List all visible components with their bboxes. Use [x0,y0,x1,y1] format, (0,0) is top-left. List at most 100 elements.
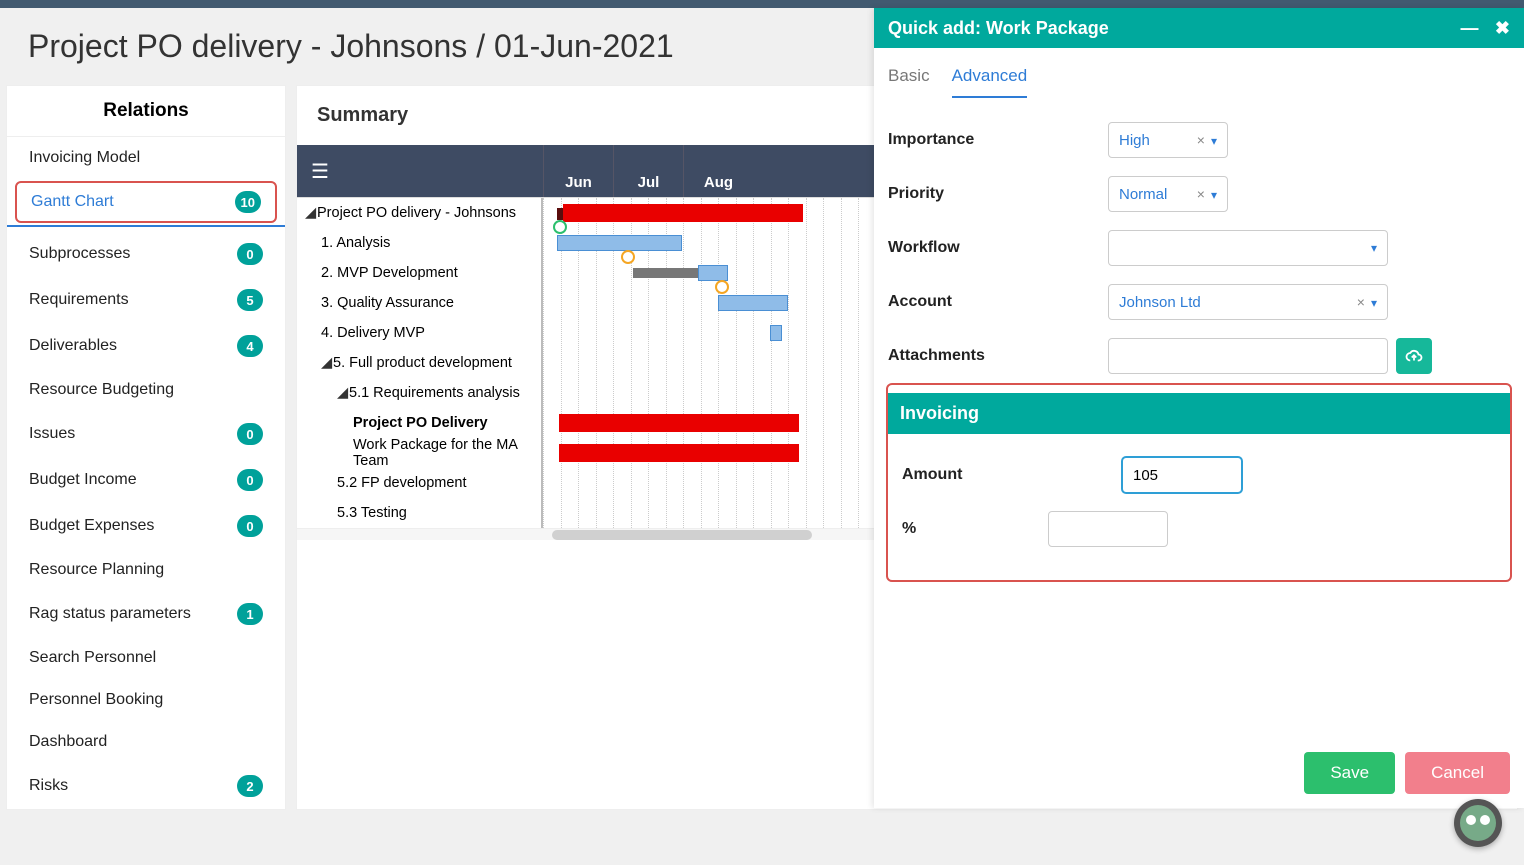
attachments-input[interactable] [1108,338,1388,374]
workflow-select[interactable]: ▾ [1108,230,1388,266]
gantt-tree-row[interactable]: 4. Delivery MVP [297,318,541,348]
priority-select[interactable]: Normal ×▾ [1108,176,1228,212]
tree-row-label: 3. Quality Assurance [321,295,454,311]
scrollbar-thumb[interactable] [552,530,812,540]
chevron-down-icon: ▾ [1371,296,1377,310]
sidebar-item-label: Dashboard [29,733,107,751]
sidebar-item-label: Subprocesses [29,245,130,263]
gantt-bar[interactable] [559,444,799,462]
label-workflow: Workflow [888,239,1108,257]
assistant-avatar[interactable] [1454,799,1502,847]
sidebar-item-label: Personnel Booking [29,691,163,709]
gantt-menu-icon[interactable]: ☰ [311,159,329,184]
sidebar-item-dashboard[interactable]: Dashboard [7,721,285,763]
tree-row-label: Project PO Delivery [353,415,488,431]
gantt-bar[interactable] [563,204,803,222]
sidebar-item-resource-budgeting[interactable]: Resource Budgeting [7,369,285,411]
clear-icon[interactable]: × [1357,294,1365,310]
sidebar-item-requirements[interactable]: Requirements 5 [7,277,285,323]
sidebar-item-label: Issues [29,425,75,443]
count-badge: 2 [237,775,263,797]
gantt-bar[interactable] [557,235,682,251]
gantt-tree-row[interactable]: 5.2 FP development [297,468,541,498]
label-amount: Amount [902,466,1122,484]
month-header: Jul [613,145,683,197]
sidebar-item-rag-status-parameters[interactable]: Rag status parameters 1 [7,591,285,637]
sidebar-item-label: Risks [29,777,68,795]
gantt-tree-row[interactable]: 3. Quality Assurance [297,288,541,318]
quick-add-panel: Quick add: Work Package — ✖ Basic Advanc… [874,8,1524,808]
gantt-bar[interactable] [770,325,782,341]
tree-row-label: Work Package for the MA Team [353,437,541,469]
amount-input[interactable] [1122,457,1242,493]
gantt-tree-row[interactable]: 5.3 Testing [297,498,541,528]
milestone-marker[interactable] [715,280,729,294]
count-badge: 5 [237,289,263,311]
sidebar-item-label: Budget Expenses [29,517,154,535]
chevron-down-icon: ▾ [1211,134,1217,148]
sidebar-item-invoicing-model[interactable]: Invoicing Model [7,137,285,179]
tree-row-label: 2. MVP Development [321,265,458,281]
milestone-marker[interactable] [621,250,635,264]
tab-advanced[interactable]: Advanced [952,66,1028,98]
count-badge: 4 [237,335,263,357]
tree-row-label: 4. Delivery MVP [321,325,425,341]
sidebar-item-resource-planning[interactable]: Resource Planning [7,549,285,591]
sidebar-item-risks[interactable]: Risks 2 [7,763,285,809]
gantt-bar[interactable] [718,295,788,311]
sidebar-item-gantt-chart[interactable]: Gantt Chart10 [15,181,277,223]
invoicing-section: Invoicing Amount % [886,383,1512,582]
importance-select[interactable]: High ×▾ [1108,122,1228,158]
clear-icon[interactable]: × [1197,186,1205,202]
sidebar-item-label: Resource Budgeting [29,381,174,399]
upload-button[interactable] [1396,338,1432,374]
sidebar-item-label: Search Personnel [29,649,156,667]
minimize-icon[interactable]: — [1460,18,1478,38]
sidebar-item-personnel-booking[interactable]: Personnel Booking [7,679,285,721]
tree-row-label: 5. Full product development [333,355,512,371]
gantt-bar[interactable] [559,414,799,432]
gantt-tree-row[interactable]: Work Package for the MA Team [297,438,541,468]
sidebar-item-label: Rag status parameters [29,605,191,623]
sidebar-item-label: Resource Planning [29,561,164,579]
clear-icon[interactable]: × [1197,132,1205,148]
tree-row-label: 5.2 FP development [337,475,467,491]
save-button[interactable]: Save [1304,752,1395,794]
gantt-tree-row[interactable]: 1. Analysis [297,228,541,258]
count-badge: 0 [237,469,263,491]
sidebar-item-budget-expenses[interactable]: Budget Expenses 0 [7,503,285,549]
count-badge: 1 [237,603,263,625]
close-icon[interactable]: ✖ [1495,18,1510,38]
gantt-tree-row[interactable]: ◢Project PO delivery - Johnsons [297,198,541,228]
sidebar-item-search-personnel[interactable]: Search Personnel [7,637,285,679]
chevron-down-icon: ▾ [1211,188,1217,202]
gantt-bar[interactable] [698,265,728,281]
sidebar-item-label: Requirements [29,291,129,309]
account-select[interactable]: Johnson Ltd ×▾ [1108,284,1388,320]
sidebar-item-label: Budget Income [29,471,137,489]
gantt-bar[interactable] [633,268,703,278]
gantt-tree-row[interactable]: ◢5. Full product development [297,348,541,378]
sidebar-item-issues[interactable]: Issues0 [7,411,285,457]
gantt-tree-row[interactable]: Project PO Delivery [297,408,541,438]
avatar-face-icon [1460,805,1496,841]
cancel-button[interactable]: Cancel [1405,752,1510,794]
expand-toggle-icon[interactable]: ◢ [305,205,317,221]
expand-toggle-icon[interactable]: ◢ [337,385,349,401]
count-badge: 0 [237,243,263,265]
sidebar-item-subprocesses[interactable]: Subprocesses 0 [7,231,285,277]
count-badge: 0 [237,515,263,537]
percent-input[interactable] [1048,511,1168,547]
gantt-tree-row[interactable]: 2. MVP Development [297,258,541,288]
month-header: Aug [683,145,753,197]
gantt-tree-row[interactable]: ◢5.1 Requirements analysis [297,378,541,408]
sidebar-item-label: Invoicing Model [29,149,140,167]
sidebar-item-deliverables[interactable]: Deliverables4 [7,323,285,369]
panel-title: Quick add: Work Package [888,18,1109,39]
sidebar-item-budget-income[interactable]: Budget Income 0 [7,457,285,503]
expand-toggle-icon[interactable]: ◢ [321,355,333,371]
label-attachments: Attachments [888,347,1108,365]
tab-basic[interactable]: Basic [888,66,930,98]
milestone-marker[interactable] [553,220,567,234]
relations-sidebar: Relations Invoicing ModelGantt Chart10Su… [6,85,286,810]
